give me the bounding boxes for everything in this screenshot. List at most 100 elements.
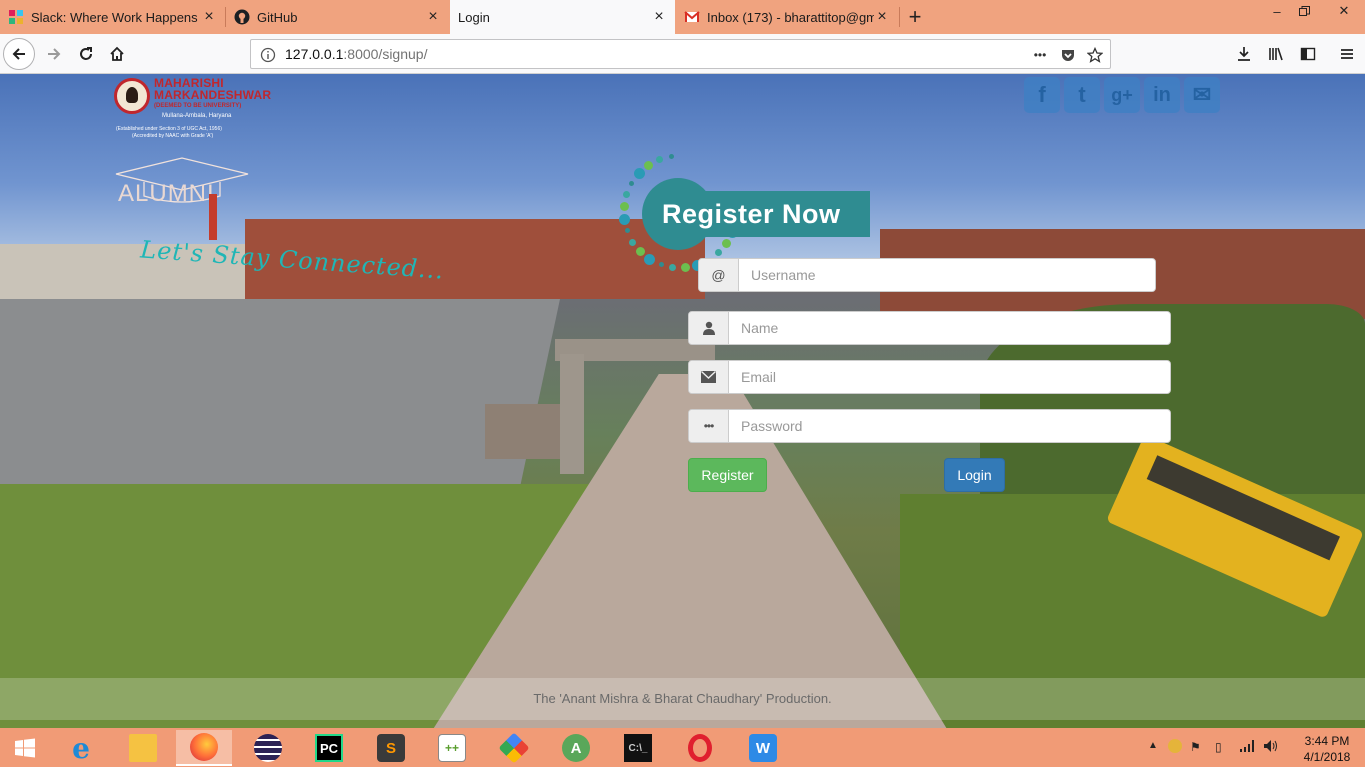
alumni-label: ALUMNI [118,180,215,207]
close-tab-icon[interactable]: × [201,8,217,25]
mail-icon[interactable]: ✉ [1184,77,1220,113]
login-button[interactable]: Login [944,458,1005,492]
page-actions-icon[interactable]: ••• [1030,45,1050,65]
android-studio-icon[interactable]: A [548,730,604,766]
facebook-icon[interactable]: f [1024,77,1060,113]
forward-button[interactable] [38,38,70,70]
tab-login[interactable]: Login × [450,0,675,34]
tab-title: GitHub [257,9,298,25]
taskbar: e PC S ++ A C:\_ W ▲ ⚑ ▯ 3:44 PM 4/1/201… [0,728,1365,767]
university-established: (Established under Section 3 of UGC Act,… [116,126,222,132]
url-host: 127.0.0.1 [285,46,344,62]
background-booth [485,404,560,459]
tab-strip: Slack: Where Work Happens × GitHub × Log… [0,0,1365,34]
decorative-dot [721,238,731,248]
menu-icon[interactable] [1331,38,1363,70]
sublime-text-icon[interactable]: S [363,730,419,766]
name-input[interactable] [729,312,1170,344]
bookmark-star-icon[interactable] [1085,45,1105,65]
signup-page: MAHARISHI MARKANDESHWAR (DEEMED TO BE UN… [0,74,1365,728]
tab-github[interactable]: GitHub × [226,0,449,34]
reload-button[interactable] [70,38,102,70]
volume-icon[interactable] [1264,740,1280,755]
restore-icon[interactable] [1292,2,1316,20]
university-name: MAHARISHI MARKANDESHWAR [154,77,271,101]
university-logo: MAHARISHI MARKANDESHWAR (DEEMED TO BE UN… [112,74,271,144]
register-button[interactable]: Register [688,458,767,492]
close-tab-icon[interactable]: × [874,8,890,25]
university-deemed: (DEEMED TO BE UNIVERSITY) [154,103,242,109]
decorative-dot [629,238,637,246]
home-button[interactable] [101,38,133,70]
minimize-icon[interactable]: – [1265,2,1289,20]
decorative-dot [680,263,690,273]
url-path: :8000/signup/ [343,46,428,62]
eclipse-icon[interactable] [240,730,296,766]
notepad-plus-icon[interactable]: ++ [424,730,480,766]
github-icon [234,9,250,25]
pinwheel-app-icon[interactable] [486,730,542,766]
tab-slack[interactable]: Slack: Where Work Happens × [0,0,225,34]
firefox-icon[interactable] [176,730,232,766]
email-field [688,360,1171,394]
university-naac: (Accredited by NAAC with Grade 'A') [132,133,214,139]
tab-title: Login [458,9,490,25]
background-gate-pillar [560,354,584,474]
user-icon [689,312,729,344]
password-dots-icon: ••• [689,410,729,442]
page-footer: The 'Anant Mishra & Bharat Chaudhary' Pr… [0,678,1365,720]
slack-icon [8,9,24,25]
decorative-dot [633,168,645,180]
close-tab-icon[interactable]: × [651,8,667,25]
system-clock[interactable]: 3:44 PM 4/1/2018 [1292,733,1362,765]
email-input[interactable] [729,361,1170,393]
file-explorer-icon[interactable] [115,730,171,766]
library-icon[interactable] [1260,38,1292,70]
linkedin-icon[interactable]: in [1144,77,1180,113]
twitter-icon[interactable]: t [1064,77,1100,113]
password-input[interactable] [729,410,1170,442]
envelope-icon [689,361,729,393]
opera-icon[interactable] [672,730,728,766]
university-name-line2: MARKANDESHWAR [154,88,272,102]
sidebar-icon[interactable] [1292,38,1324,70]
tray-expand-icon[interactable]: ▲ [1148,740,1158,751]
decorative-dot [619,202,629,212]
gmail-icon [684,9,700,25]
decorative-dot [618,213,630,225]
tray-device-icon[interactable]: ▯ [1215,740,1222,754]
google-plus-icon[interactable]: g+ [1104,77,1140,113]
url-text: 127.0.0.1:8000/signup/ [285,46,427,62]
university-location: Mullana-Ambala, Haryana [162,113,232,119]
register-heading-text: Register Now [662,198,841,229]
pocket-icon[interactable] [1058,45,1078,65]
close-window-icon[interactable]: ✕ [1332,2,1356,20]
internet-explorer-icon[interactable]: e [53,730,109,766]
tray-app-icon[interactable] [1168,739,1182,753]
network-icon[interactable] [1240,740,1256,755]
decorative-dot [668,154,674,160]
navigation-toolbar: 127.0.0.1:8000/signup/ ••• [0,34,1365,74]
name-field [688,311,1171,345]
info-icon[interactable] [258,45,278,65]
username-input[interactable] [739,259,1155,291]
tab-title: Slack: Where Work Happens [31,9,198,25]
tab-gmail[interactable]: Inbox (173) - bharattitop@gma × [676,0,898,34]
close-tab-icon[interactable]: × [425,8,441,25]
start-button[interactable] [0,730,50,766]
at-icon: @ [699,259,739,291]
clock-date: 4/1/2018 [1303,750,1351,764]
command-prompt-icon[interactable]: C:\_ [610,730,666,766]
pycharm-icon[interactable]: PC [301,730,357,766]
wps-writer-icon[interactable]: W [735,730,791,766]
decorative-dot [658,262,664,268]
new-tab-icon[interactable]: + [903,4,927,29]
download-icon[interactable] [1228,38,1260,70]
password-field: ••• [688,409,1171,443]
university-seal-icon [114,78,150,114]
tray-flag-icon[interactable]: ⚑ [1190,740,1201,754]
decorative-dot [635,247,645,257]
address-bar[interactable]: 127.0.0.1:8000/signup/ ••• [250,39,1111,69]
back-button[interactable] [3,38,35,70]
alumni-logo: ALUMNI [114,156,250,242]
